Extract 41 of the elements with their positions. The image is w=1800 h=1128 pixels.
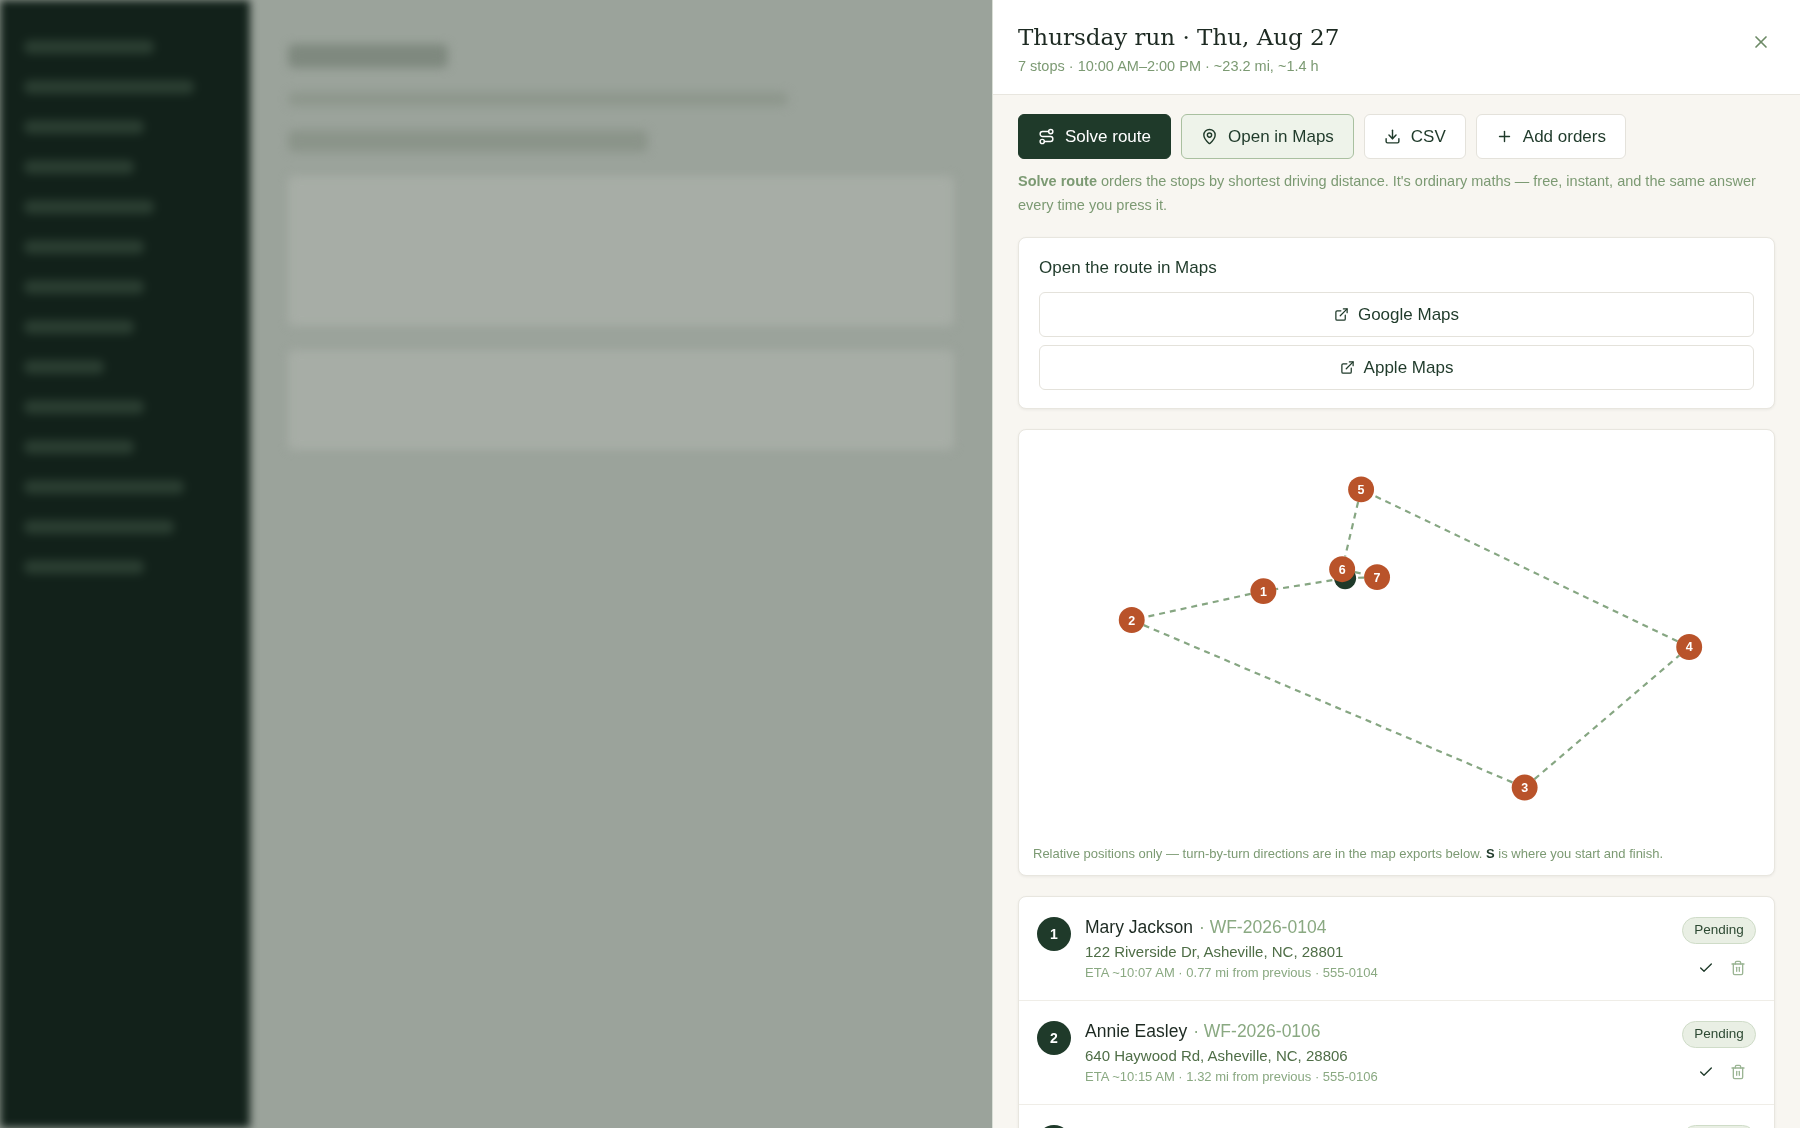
map-link-button[interactable]: Apple Maps: [1039, 345, 1754, 390]
status-badge: Pending: [1682, 917, 1756, 944]
stop-number: 2: [1037, 1021, 1071, 1055]
stop-marker[interactable]: 5: [1348, 476, 1375, 503]
order-id: · WF-2026-0106: [1193, 1021, 1321, 1042]
action-button[interactable]: Solve route: [1018, 114, 1171, 159]
drawer-title: Thursday run · Thu, Aug 27: [1018, 24, 1340, 50]
pin-icon: [1201, 128, 1218, 145]
stop-details: ETA ~10:15 AM · 1.32 mi from previous · 555-0106: [1085, 1069, 1379, 1084]
external-link-icon: [1333, 307, 1349, 322]
stop-marker[interactable]: 3: [1511, 774, 1538, 801]
card-title: Open the route in Maps: [1039, 258, 1218, 278]
stop-row[interactable]: 1 Mary Jackson · WF-2026-0104 122 Riverside Dr, Asheville, NC, 28801 ETA ~10:07 AM · 0.77 mi from previous · 555-0104 Pending: [1019, 897, 1774, 1001]
stop-marker[interactable]: 1: [1250, 578, 1277, 605]
stop-marker[interactable]: 2: [1118, 607, 1145, 633]
stop-marker[interactable]: 7: [1364, 564, 1390, 591]
route-line: [1344, 501, 1360, 557]
route-line: [1276, 579, 1333, 591]
route-summary: 7 stops · 10:00 AM–2:00 PM · ~23.2 mi, ~1.4 h: [1018, 58, 1320, 74]
customer-name: Annie Easley: [1085, 1021, 1188, 1042]
action-button[interactable]: CSV: [1363, 114, 1466, 159]
action-button[interactable]: Add orders: [1475, 114, 1626, 159]
trash-icon: [1730, 1064, 1746, 1080]
stop-address: 122 Riverside Dr, Asheville, NC, 28801: [1085, 943, 1345, 960]
map-link-button[interactable]: Google Maps: [1039, 292, 1754, 337]
stop-address: 640 Haywood Rd, Asheville, NC, 28806: [1085, 1047, 1349, 1064]
order-id: · WF-2026-0104: [1198, 917, 1327, 938]
customer-name: Mary Jackson: [1085, 917, 1193, 938]
route-icon: [1038, 128, 1055, 145]
stop-number: 1: [1037, 917, 1071, 951]
trash-icon: [1730, 960, 1746, 976]
stop-marker[interactable]: 4: [1676, 634, 1703, 660]
map-caption: Relative positions only — turn-by-turn directions are in the map exports below. S is where you start and finish.: [1033, 846, 1665, 861]
stop-details: ETA ~10:07 AM · 0.77 mi from previous · 555-0104: [1085, 965, 1379, 980]
download-icon: [1383, 128, 1401, 145]
external-link-icon: [1339, 360, 1355, 375]
stop-row[interactable]: 2 Annie Easley · WF-2026-0106 640 Haywood Rd, Asheville, NC, 28806 ETA ~10:15 AM · 1.32 mi from previous · 555-0106 Pending: [1019, 1001, 1774, 1105]
action-button[interactable]: Open in Maps: [1181, 114, 1354, 159]
stop-marker[interactable]: 6: [1329, 556, 1356, 583]
status-badge: Pending: [1682, 1021, 1756, 1048]
solve-route-note: Solve route orders the stops by shortest driving distance. It's ordinary maths — free, instant, and the same answer every time you press it.: [1018, 172, 1757, 215]
